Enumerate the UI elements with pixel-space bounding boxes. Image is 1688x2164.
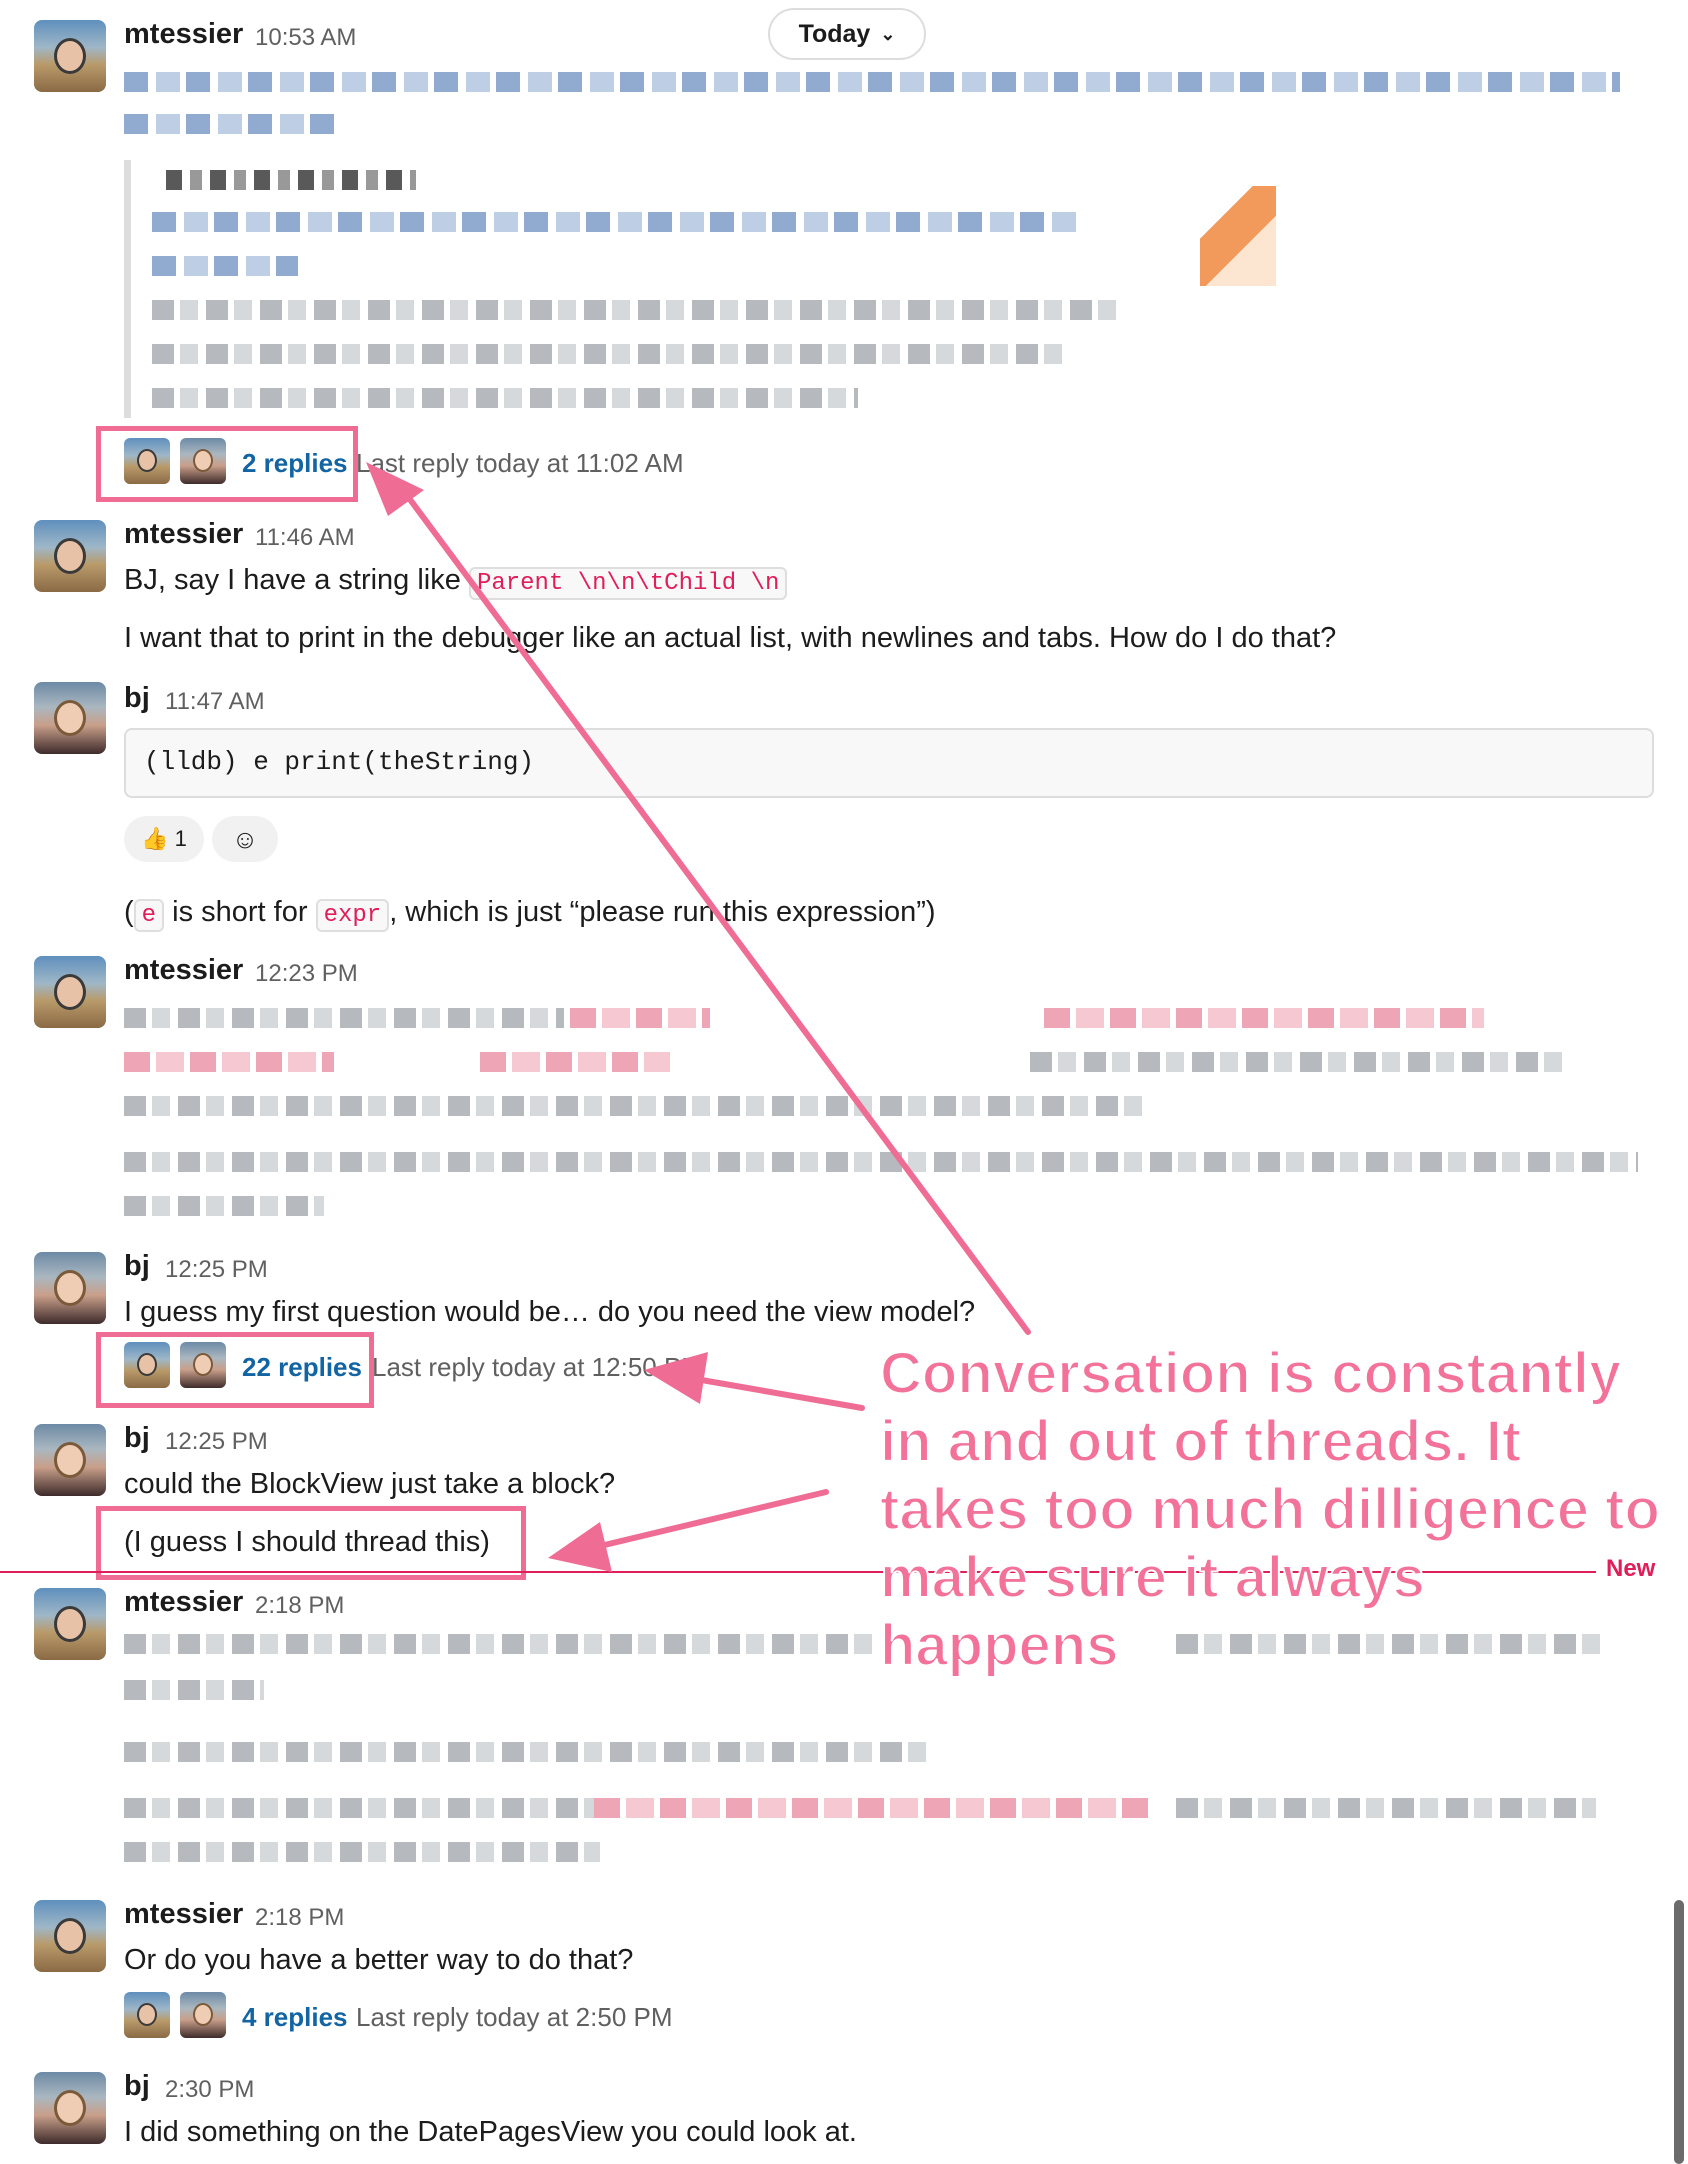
avatar[interactable]: [34, 520, 106, 592]
avatar[interactable]: [34, 20, 106, 92]
timestamp[interactable]: 2:18 PM: [255, 1592, 344, 1620]
thread-replies-link[interactable]: 4 replies: [242, 2002, 348, 2033]
avatar[interactable]: [34, 1900, 106, 1972]
thumbs-up-icon: 👍: [141, 826, 169, 851]
highlight-box: [96, 426, 358, 502]
code-block: (lldb) e print(theString): [124, 728, 1654, 798]
blurred-text: [124, 1096, 1148, 1116]
timestamp[interactable]: 11:47 AM: [165, 688, 265, 716]
date-divider-button[interactable]: Today ⌄: [768, 8, 926, 60]
last-reply-text: Last reply today at 2:50 PM: [356, 2002, 673, 2032]
message-text-part: , which is just “please run this express…: [389, 896, 936, 928]
message-text: I did something on the DatePagesView you…: [124, 2116, 857, 2148]
author-name[interactable]: bj: [124, 2070, 150, 2103]
author-name[interactable]: mtessier: [124, 518, 243, 551]
author-name[interactable]: mtessier: [124, 1898, 243, 1931]
reaction-count: 1: [174, 826, 187, 851]
scrollbar[interactable]: [1674, 1900, 1684, 2164]
reaction-thumbs-up[interactable]: 👍 1: [124, 816, 204, 862]
inline-code: expr: [315, 899, 390, 932]
date-label: Today: [798, 19, 871, 48]
author-name[interactable]: mtessier: [124, 18, 243, 51]
chevron-down-icon: ⌄: [880, 23, 896, 44]
blurred-text: [480, 1052, 670, 1072]
blurred-text: [152, 388, 858, 408]
timestamp[interactable]: 11:46 AM: [255, 524, 355, 552]
avatar[interactable]: [180, 1992, 226, 2038]
blurred-text: [124, 72, 1620, 92]
timestamp[interactable]: 2:30 PM: [165, 2076, 254, 2104]
inline-code: e: [133, 899, 165, 932]
timestamp[interactable]: 12:25 PM: [165, 1428, 268, 1456]
message-text: I guess my first question would be… do y…: [124, 1296, 976, 1328]
message-text: BJ, say I have a string like Parent \n\n…: [124, 560, 788, 604]
annotation-arrows: [366, 462, 1031, 1572]
timestamp[interactable]: 2:18 PM: [255, 1904, 344, 1932]
message-text-part: is short for: [164, 896, 316, 928]
blurred-text: [124, 1680, 264, 1700]
blurred-text: [152, 256, 298, 276]
message-text: Or do you have a better way to do that?: [124, 1944, 634, 1976]
annotation-callout: Conversation is constantly in and out of…: [879, 1340, 1661, 1679]
blurred-text: [124, 1152, 1638, 1172]
author-name[interactable]: mtessier: [124, 954, 243, 987]
author-name[interactable]: bj: [124, 682, 150, 715]
blurred-text: [1176, 1798, 1596, 1818]
add-emoji-icon: ☺: [231, 823, 259, 854]
blurred-text: [124, 1008, 564, 1028]
author-name[interactable]: mtessier: [124, 1586, 243, 1619]
avatar[interactable]: [34, 2072, 106, 2144]
last-reply-text: Last reply today at 11:02 AM: [356, 448, 684, 478]
author-name[interactable]: bj: [124, 1422, 150, 1455]
quote-bar: [124, 160, 131, 418]
highlight-box: [96, 1506, 526, 1580]
blurred-text: [124, 1052, 334, 1072]
message-text: (e is short for expr, which is just “ple…: [124, 892, 936, 936]
last-reply-text: Last reply today at 12:50 PM: [372, 1352, 703, 1382]
blurred-text: [124, 1798, 594, 1818]
blurred-text: [152, 212, 1076, 232]
blurred-text: [152, 344, 1062, 364]
avatar[interactable]: [34, 682, 106, 754]
attachment-thumbnail[interactable]: [1200, 186, 1276, 286]
message-text: could the BlockView just take a block?: [124, 1468, 616, 1500]
blurred-text: [594, 1798, 1148, 1818]
blurred-text: [124, 1742, 934, 1762]
timestamp[interactable]: 12:23 PM: [255, 960, 358, 988]
blurred-text: [124, 1634, 880, 1654]
avatar[interactable]: [34, 1252, 106, 1324]
avatar[interactable]: [124, 1992, 170, 2038]
blurred-text: [1030, 1052, 1570, 1072]
avatar[interactable]: [34, 1588, 106, 1660]
avatar[interactable]: [34, 956, 106, 1028]
message-text-part: (: [124, 896, 134, 928]
timestamp[interactable]: 10:53 AM: [255, 24, 356, 52]
message-text-part: BJ, say I have a string like: [124, 564, 469, 596]
blurred-text: [1044, 1008, 1484, 1028]
blurred-text: [124, 114, 339, 134]
blurred-text: [570, 1008, 710, 1028]
inline-code: Parent \n\n\tChild \n: [468, 567, 788, 600]
blurred-text: [152, 300, 1118, 320]
add-reaction-button[interactable]: ☺: [212, 816, 278, 862]
timestamp[interactable]: 12:25 PM: [165, 1256, 268, 1284]
highlight-box: [96, 1332, 374, 1408]
blurred-text: [166, 170, 416, 190]
blurred-text: [124, 1196, 324, 1216]
message-text: I want that to print in the debugger lik…: [124, 622, 1337, 654]
blurred-text: [124, 1842, 600, 1862]
avatar[interactable]: [34, 1424, 106, 1496]
author-name[interactable]: bj: [124, 1250, 150, 1283]
